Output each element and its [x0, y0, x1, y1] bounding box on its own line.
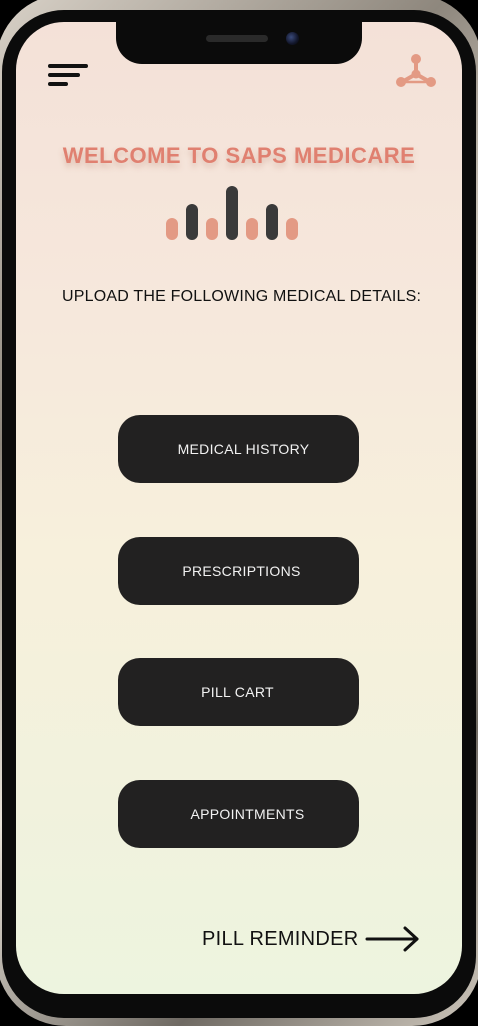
equalizer-bar	[226, 186, 238, 240]
equalizer-bar	[266, 204, 278, 240]
pill-reminder-link[interactable]: PILL REMINDER	[202, 924, 421, 954]
medical-history-label: MEDICAL HISTORY	[177, 441, 310, 457]
equalizer-bar	[166, 218, 178, 240]
front-camera	[286, 32, 299, 45]
appointments-button[interactable]: APPOINTMENTS	[118, 780, 359, 848]
speaker-grille	[206, 35, 268, 42]
equalizer-bar	[286, 218, 298, 240]
app-screen: WELCOME TO SAPS MEDICARE UPLOAD THE FOLL…	[16, 22, 462, 994]
pill-cart-label: PILL CART	[201, 684, 274, 700]
pill-cart-button[interactable]: PILL CART	[118, 658, 359, 726]
audio-bars-icon	[166, 184, 306, 240]
molecule-network-icon[interactable]	[394, 52, 438, 92]
arrow-right-icon	[365, 926, 419, 952]
prescriptions-button[interactable]: PRESCRIPTIONS	[118, 537, 359, 605]
equalizer-bar	[186, 204, 198, 240]
medical-history-button[interactable]: MEDICAL HISTORY	[118, 415, 359, 483]
equalizer-bar	[246, 218, 258, 240]
pill-reminder-label: PILL REMINDER	[202, 927, 359, 950]
equalizer-bar	[206, 218, 218, 240]
welcome-title: WELCOME TO SAPS MEDICARE	[62, 143, 416, 168]
hamburger-menu-icon[interactable]	[48, 62, 90, 92]
appointments-label: APPOINTMENTS	[190, 806, 305, 822]
upload-prompt: UPLOAD THE FOLLOWING MEDICAL DETAILS:	[62, 288, 422, 305]
prescriptions-label: PRESCRIPTIONS	[182, 563, 301, 579]
phone-notch	[116, 22, 362, 64]
